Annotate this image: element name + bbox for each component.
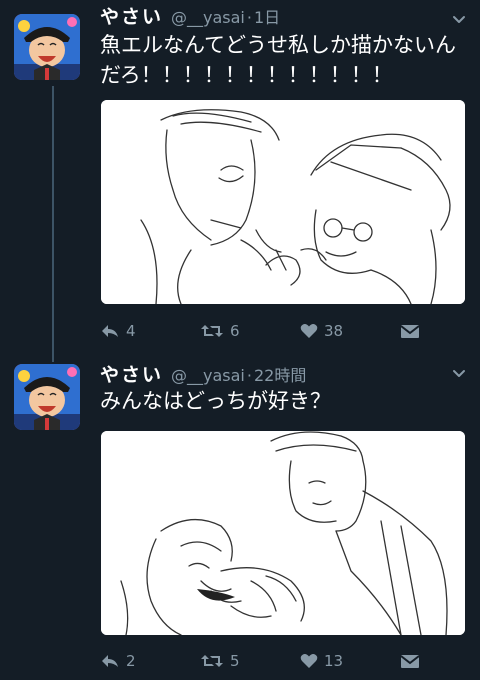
retweet-button[interactable]: 6 (200, 318, 240, 344)
heart-icon (300, 323, 318, 339)
retweet-icon (200, 653, 224, 669)
user-handle[interactable]: @__yasai (171, 366, 245, 385)
timestamp[interactable]: 1日 (254, 4, 280, 28)
reply-count: 2 (126, 652, 136, 670)
separator-dot: · (246, 8, 252, 27)
direct-message-button[interactable] (400, 318, 420, 344)
tweet-text: みんなはどっちが好き？ (100, 389, 331, 413)
like-count: 38 (324, 322, 344, 340)
tweet-actions: 4 6 38 (100, 318, 470, 344)
avatar[interactable] (14, 364, 80, 430)
separator-dot: · (246, 366, 252, 385)
direct-message-button[interactable] (400, 648, 420, 674)
retweet-button[interactable]: 5 (200, 648, 240, 674)
retweet-count: 5 (230, 652, 240, 670)
reply-button[interactable]: 4 (100, 318, 136, 344)
tweet-actions: 2 5 13 (100, 648, 470, 674)
tweet-image[interactable] (101, 431, 465, 635)
user-handle[interactable]: @__yasai (171, 8, 245, 27)
direct-message-icon (400, 323, 420, 339)
display-name[interactable]: やさい (100, 360, 163, 387)
direct-message-icon (400, 653, 420, 669)
display-name[interactable]: やさい (100, 2, 163, 29)
retweet-count: 6 (230, 322, 240, 340)
reply-button[interactable]: 2 (100, 648, 136, 674)
tweet[interactable]: やさい @__yasai · 1日 魚エルなんてどうせ私しか描かないんだろ！！！… (0, 0, 480, 350)
tweet[interactable]: やさい @__yasai · 22時間 みんなはどっちが好き？ 2 5 13 (0, 358, 480, 680)
like-count: 13 (324, 652, 344, 670)
reply-count: 4 (126, 322, 136, 340)
like-button[interactable]: 38 (300, 318, 343, 344)
reply-icon (100, 323, 120, 339)
tweet-image[interactable] (101, 100, 465, 304)
chevron-down-icon[interactable] (452, 12, 466, 26)
retweet-icon (200, 323, 224, 339)
timestamp[interactable]: 22時間 (254, 362, 306, 386)
tweet-header: やさい @__yasai · 1日 (100, 2, 280, 28)
reply-icon (100, 653, 120, 669)
heart-icon (300, 653, 318, 669)
tweet-text: 魚エルなんてどうせ私しか描かないんだろ！！！！！！！！！！！！ (100, 33, 456, 87)
avatar[interactable] (14, 14, 80, 80)
tweet-header: やさい @__yasai · 22時間 (100, 360, 306, 386)
like-button[interactable]: 13 (300, 648, 343, 674)
chevron-down-icon[interactable] (452, 366, 466, 380)
